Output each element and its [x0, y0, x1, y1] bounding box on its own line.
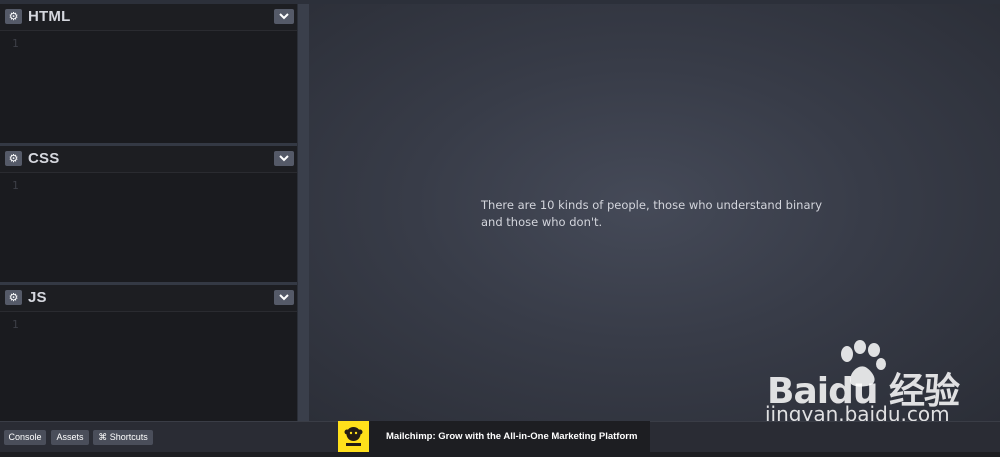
html-editor-title: HTML	[28, 8, 71, 25]
line-number: 1	[12, 318, 19, 331]
css-editor-panel: ⚙ CSS 1	[0, 146, 297, 282]
chevron-down-icon	[279, 13, 289, 20]
js-code-area[interactable]: 1	[0, 312, 297, 421]
css-settings-button[interactable]: ⚙	[5, 151, 22, 166]
js-editor-panel: ⚙ JS 1	[0, 285, 297, 421]
line-number: 1	[12, 37, 19, 50]
chevron-down-icon	[279, 155, 289, 162]
assets-button[interactable]: Assets	[51, 430, 89, 445]
css-editor-title: CSS	[28, 150, 60, 167]
html-code-area[interactable]: 1	[0, 31, 297, 143]
html-collapse-button[interactable]	[274, 9, 294, 24]
console-button[interactable]: Console	[4, 430, 46, 445]
js-settings-button[interactable]: ⚙	[5, 290, 22, 305]
preview-text: There are 10 kinds of people, those who …	[481, 198, 823, 229]
css-editor-header: ⚙ CSS	[0, 146, 297, 173]
shortcuts-button[interactable]: ⌘ Shortcuts	[93, 430, 153, 445]
html-editor-panel: ⚙ HTML 1	[0, 4, 297, 143]
footer-bar: Console Assets ⌘ Shortcuts Mailchimp: Gr…	[0, 421, 1000, 452]
result-preview: There are 10 kinds of people, those who …	[309, 4, 1000, 421]
ad-banner[interactable]: Mailchimp: Grow with the All-in-One Mark…	[338, 421, 650, 452]
editor-column: ⚙ HTML 1 ⚙ CSS 1 ⚙ JS 1	[0, 4, 298, 421]
ad-logo	[338, 421, 369, 452]
css-collapse-button[interactable]	[274, 151, 294, 166]
chevron-down-icon	[279, 294, 289, 301]
gear-icon: ⚙	[8, 10, 19, 23]
css-code-area[interactable]: 1	[0, 173, 297, 282]
gear-icon: ⚙	[8, 291, 19, 304]
js-editor-header: ⚙ JS	[0, 285, 297, 312]
mailchimp-logo	[344, 427, 363, 446]
html-settings-button[interactable]: ⚙	[5, 9, 22, 24]
gear-icon: ⚙	[8, 152, 19, 165]
line-number: 1	[12, 179, 19, 192]
js-collapse-button[interactable]	[274, 290, 294, 305]
js-editor-title: JS	[28, 289, 47, 306]
ad-text[interactable]: Mailchimp: Grow with the All-in-One Mark…	[386, 431, 637, 442]
html-editor-header: ⚙ HTML	[0, 4, 297, 31]
